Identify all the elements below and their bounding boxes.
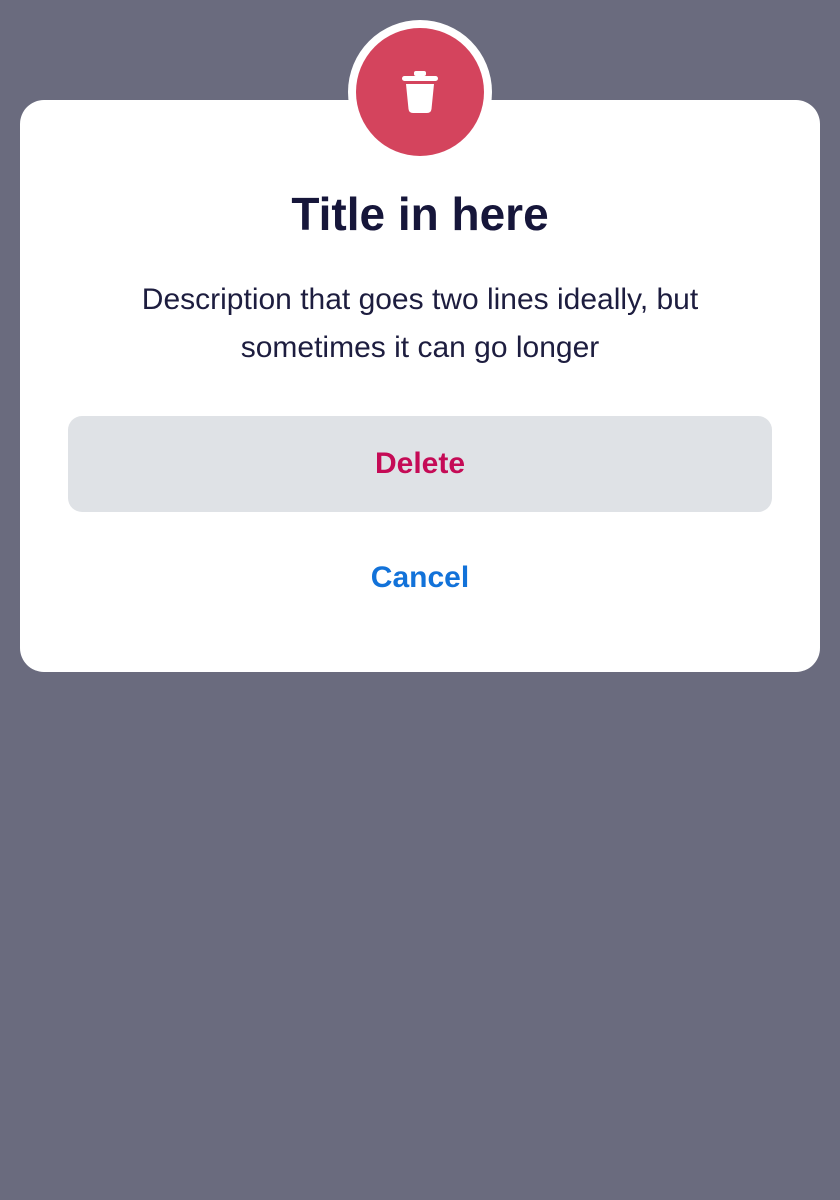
dialog-description: Description that goes two lines ideally,… [141, 283, 699, 364]
dialog-icon-badge [348, 20, 492, 164]
dialog-icon-circle [356, 28, 484, 156]
delete-button[interactable]: Delete [68, 416, 772, 512]
dialog-title: Title in here [291, 188, 549, 240]
trash-icon [402, 71, 438, 113]
cancel-button[interactable]: Cancel [270, 550, 570, 606]
